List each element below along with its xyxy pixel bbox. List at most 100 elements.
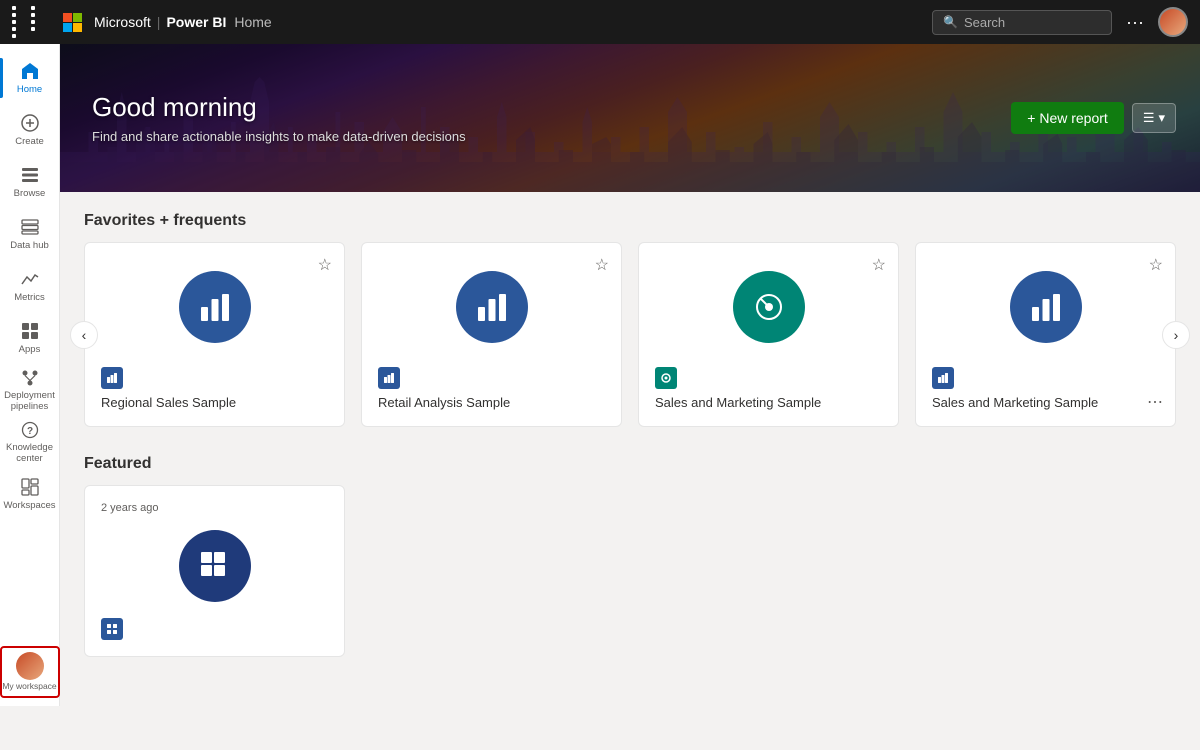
banner-content: Good morning Find and share actionable i… xyxy=(60,68,1011,168)
featured-icon-circle-0 xyxy=(179,530,251,602)
star-icon-1[interactable]: ☆ xyxy=(595,255,609,275)
favorite-card-3[interactable]: ☆ xyxy=(915,242,1176,427)
favorites-cards-wrapper: ‹ ☆ xyxy=(84,242,1176,427)
sidebar-label-myworkspace: My workspace xyxy=(2,682,56,691)
card-badge-0 xyxy=(101,367,123,389)
favorites-section: Favorites + frequents ‹ ☆ xyxy=(84,212,1176,427)
bar-chart-icon-0 xyxy=(197,289,233,325)
favorites-title: Favorites + frequents xyxy=(84,212,1176,230)
deployment-icon xyxy=(20,368,40,388)
sidebar-label-knowledge: Knowledge center xyxy=(0,443,60,464)
create-icon xyxy=(20,113,40,133)
workspace-avatar xyxy=(16,652,44,680)
card-badge-2 xyxy=(655,367,677,389)
knowledge-icon: ? xyxy=(20,420,40,440)
featured-time-0: 2 years ago xyxy=(101,502,328,514)
sidebar-label-deployment: Deployment pipelines xyxy=(0,391,60,412)
grid-icon-0 xyxy=(197,548,233,584)
cards-prev-button[interactable]: ‹ xyxy=(70,321,98,349)
favorite-card-2[interactable]: ☆ xyxy=(638,242,899,427)
banner-greeting: Good morning xyxy=(92,92,979,123)
bar-chart-icon-3 xyxy=(1028,289,1064,325)
more-options-button[interactable]: ··· xyxy=(1120,12,1150,33)
dashboard-badge-icon-0 xyxy=(106,623,118,635)
sidebar-item-apps[interactable]: Apps xyxy=(0,312,60,364)
chevron-down-icon: ▾ xyxy=(1158,110,1165,126)
card-icon-wrap-0 xyxy=(101,259,328,355)
sidebar-label-metrics: Metrics xyxy=(14,292,45,303)
star-icon-2[interactable]: ☆ xyxy=(872,255,886,275)
content-area: Favorites + frequents ‹ ☆ xyxy=(60,192,1200,677)
sidebar-label-browse: Browse xyxy=(14,188,46,199)
featured-card-0[interactable]: 2 years ago xyxy=(84,485,345,657)
favorite-card-1[interactable]: ☆ xyxy=(361,242,622,427)
sidebar-item-metrics[interactable]: Metrics xyxy=(0,260,60,312)
list-view-icon: ☰ xyxy=(1143,110,1155,126)
sidebar-label-datahub: Data hub xyxy=(10,240,49,251)
report-icon-0 xyxy=(106,372,118,384)
apps-icon xyxy=(20,321,40,341)
star-icon-3[interactable]: ☆ xyxy=(1149,255,1163,275)
microsoft-logo xyxy=(63,13,82,32)
sidebar-item-home[interactable]: Home xyxy=(0,52,60,104)
sidebar-label-create: Create xyxy=(15,136,44,147)
home-icon xyxy=(20,61,40,81)
sidebar-item-workspaces[interactable]: Workspaces xyxy=(0,468,60,520)
banner-actions: + New report ☰ ▾ xyxy=(1011,102,1200,134)
topnav: Microsoft | Power BI Home 🔍 Search ··· xyxy=(0,0,1200,44)
sidebar: Home Create Browse Data hub Metrics Apps xyxy=(0,44,60,706)
view-toggle-button[interactable]: ☰ ▾ xyxy=(1132,103,1176,133)
card-icon-circle-3 xyxy=(1010,271,1082,343)
card-icon-wrap-3 xyxy=(932,259,1159,355)
sidebar-label-workspaces: Workspaces xyxy=(3,500,55,511)
new-report-button[interactable]: + New report xyxy=(1011,102,1124,134)
cards-next-button[interactable]: › xyxy=(1162,321,1190,349)
card-name-2: Sales and Marketing Sample xyxy=(655,395,882,410)
sidebar-item-browse[interactable]: Browse xyxy=(0,156,60,208)
featured-cards-row: 2 years ago xyxy=(84,485,1176,657)
search-box[interactable]: 🔍 Search xyxy=(932,10,1112,35)
metrics-icon xyxy=(20,269,40,289)
card-badge-3 xyxy=(932,367,954,389)
card-name-3: Sales and Marketing Sample xyxy=(932,395,1159,410)
report-icon-1 xyxy=(383,372,395,384)
workspaces-icon xyxy=(20,477,40,497)
report-icon-3 xyxy=(937,372,949,384)
card-name-1: Retail Analysis Sample xyxy=(378,395,605,410)
avatar[interactable] xyxy=(1158,7,1188,37)
sidebar-item-datahub[interactable]: Data hub xyxy=(0,208,60,260)
card-more-button-3[interactable]: ⋯ xyxy=(1147,392,1163,412)
card-badge-1 xyxy=(378,367,400,389)
card-icon-circle-1 xyxy=(456,271,528,343)
search-placeholder-text: Search xyxy=(964,15,1005,30)
datahub-icon xyxy=(20,217,40,237)
sidebar-item-create[interactable]: Create xyxy=(0,104,60,156)
sidebar-item-myworkspace[interactable]: My workspace xyxy=(0,646,60,698)
card-name-0: Regional Sales Sample xyxy=(101,395,328,410)
banner-subtitle: Find and share actionable insights to ma… xyxy=(92,129,979,144)
main-content: Good morning Find and share actionable i… xyxy=(60,44,1200,706)
browse-icon xyxy=(20,165,40,185)
favorites-cards-row: ☆ xyxy=(84,242,1176,427)
card-icon-wrap-1 xyxy=(378,259,605,355)
search-icon: 🔍 xyxy=(943,15,958,29)
apps-grid-icon[interactable] xyxy=(12,6,47,38)
favorite-card-0[interactable]: ☆ xyxy=(84,242,345,427)
sidebar-item-deployment[interactable]: Deployment pipelines xyxy=(0,364,60,416)
banner: Good morning Find and share actionable i… xyxy=(60,44,1200,192)
featured-section: Featured 2 years ago xyxy=(84,455,1176,657)
card-icon-circle-0 xyxy=(179,271,251,343)
card-icon-circle-2 xyxy=(733,271,805,343)
sidebar-label-home: Home xyxy=(17,84,42,95)
sidebar-label-apps: Apps xyxy=(19,344,41,355)
card-icon-wrap-2 xyxy=(655,259,882,355)
sidebar-item-knowledge[interactable]: ? Knowledge center xyxy=(0,416,60,468)
bar-chart-icon-1 xyxy=(474,289,510,325)
featured-title: Featured xyxy=(84,455,1176,473)
dashboard-icon-2 xyxy=(660,372,672,384)
svg-text:?: ? xyxy=(26,426,32,437)
brand-text: Microsoft | Power BI Home xyxy=(94,14,272,30)
featured-badge-0 xyxy=(101,618,123,640)
gauge-icon-2 xyxy=(751,289,787,325)
star-icon-0[interactable]: ☆ xyxy=(318,255,332,275)
